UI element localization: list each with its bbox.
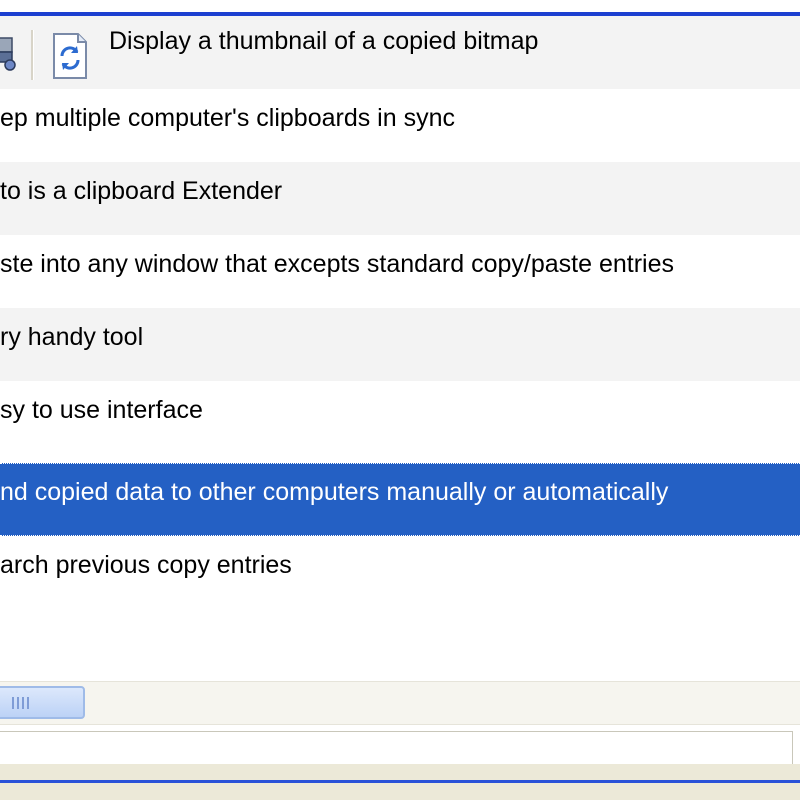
list-item[interactable]: ep multiple computer's clipboards in syn… xyxy=(0,89,800,162)
list-item-label: ep multiple computer's clipboards in syn… xyxy=(0,104,455,132)
list-item-label: arch previous copy entries xyxy=(0,551,292,579)
scrollbar-thumb[interactable] xyxy=(0,686,85,719)
list-item-label: nd copied data to other computers manual… xyxy=(0,478,669,506)
list-item[interactable]: ry handy tool xyxy=(0,308,800,381)
list-item[interactable]: Display a thumbnail of a copied bitmap xyxy=(0,16,800,89)
feature-list[interactable]: Display a thumbnail of a copied bitmap e… xyxy=(0,16,800,681)
grip-icon xyxy=(12,697,29,709)
status-field xyxy=(0,731,793,765)
list-item[interactable]: arch previous copy entries xyxy=(0,536,800,609)
list-item-label: Display a thumbnail of a copied bitmap xyxy=(109,27,539,55)
printer-icon[interactable] xyxy=(0,34,18,74)
refresh-icon[interactable] xyxy=(50,32,90,80)
list-item[interactable]: ste into any window that excepts standar… xyxy=(0,235,800,308)
horizontal-scrollbar[interactable] xyxy=(0,681,800,725)
list-item-label: to is a clipboard Extender xyxy=(0,177,283,205)
list-item-label: ste into any window that excepts standar… xyxy=(0,250,674,278)
window-bottom-frame xyxy=(0,764,800,800)
window-border-bottom xyxy=(0,780,800,783)
list-item[interactable]: to is a clipboard Extender xyxy=(0,162,800,235)
list-item-label: sy to use interface xyxy=(0,396,203,424)
list-item-label: ry handy tool xyxy=(0,323,144,351)
toolbar-separator xyxy=(31,30,34,80)
list-item-selected[interactable]: nd copied data to other computers manual… xyxy=(0,463,800,536)
list-item[interactable]: sy to use interface xyxy=(0,381,800,454)
window-top-frame xyxy=(0,0,800,16)
